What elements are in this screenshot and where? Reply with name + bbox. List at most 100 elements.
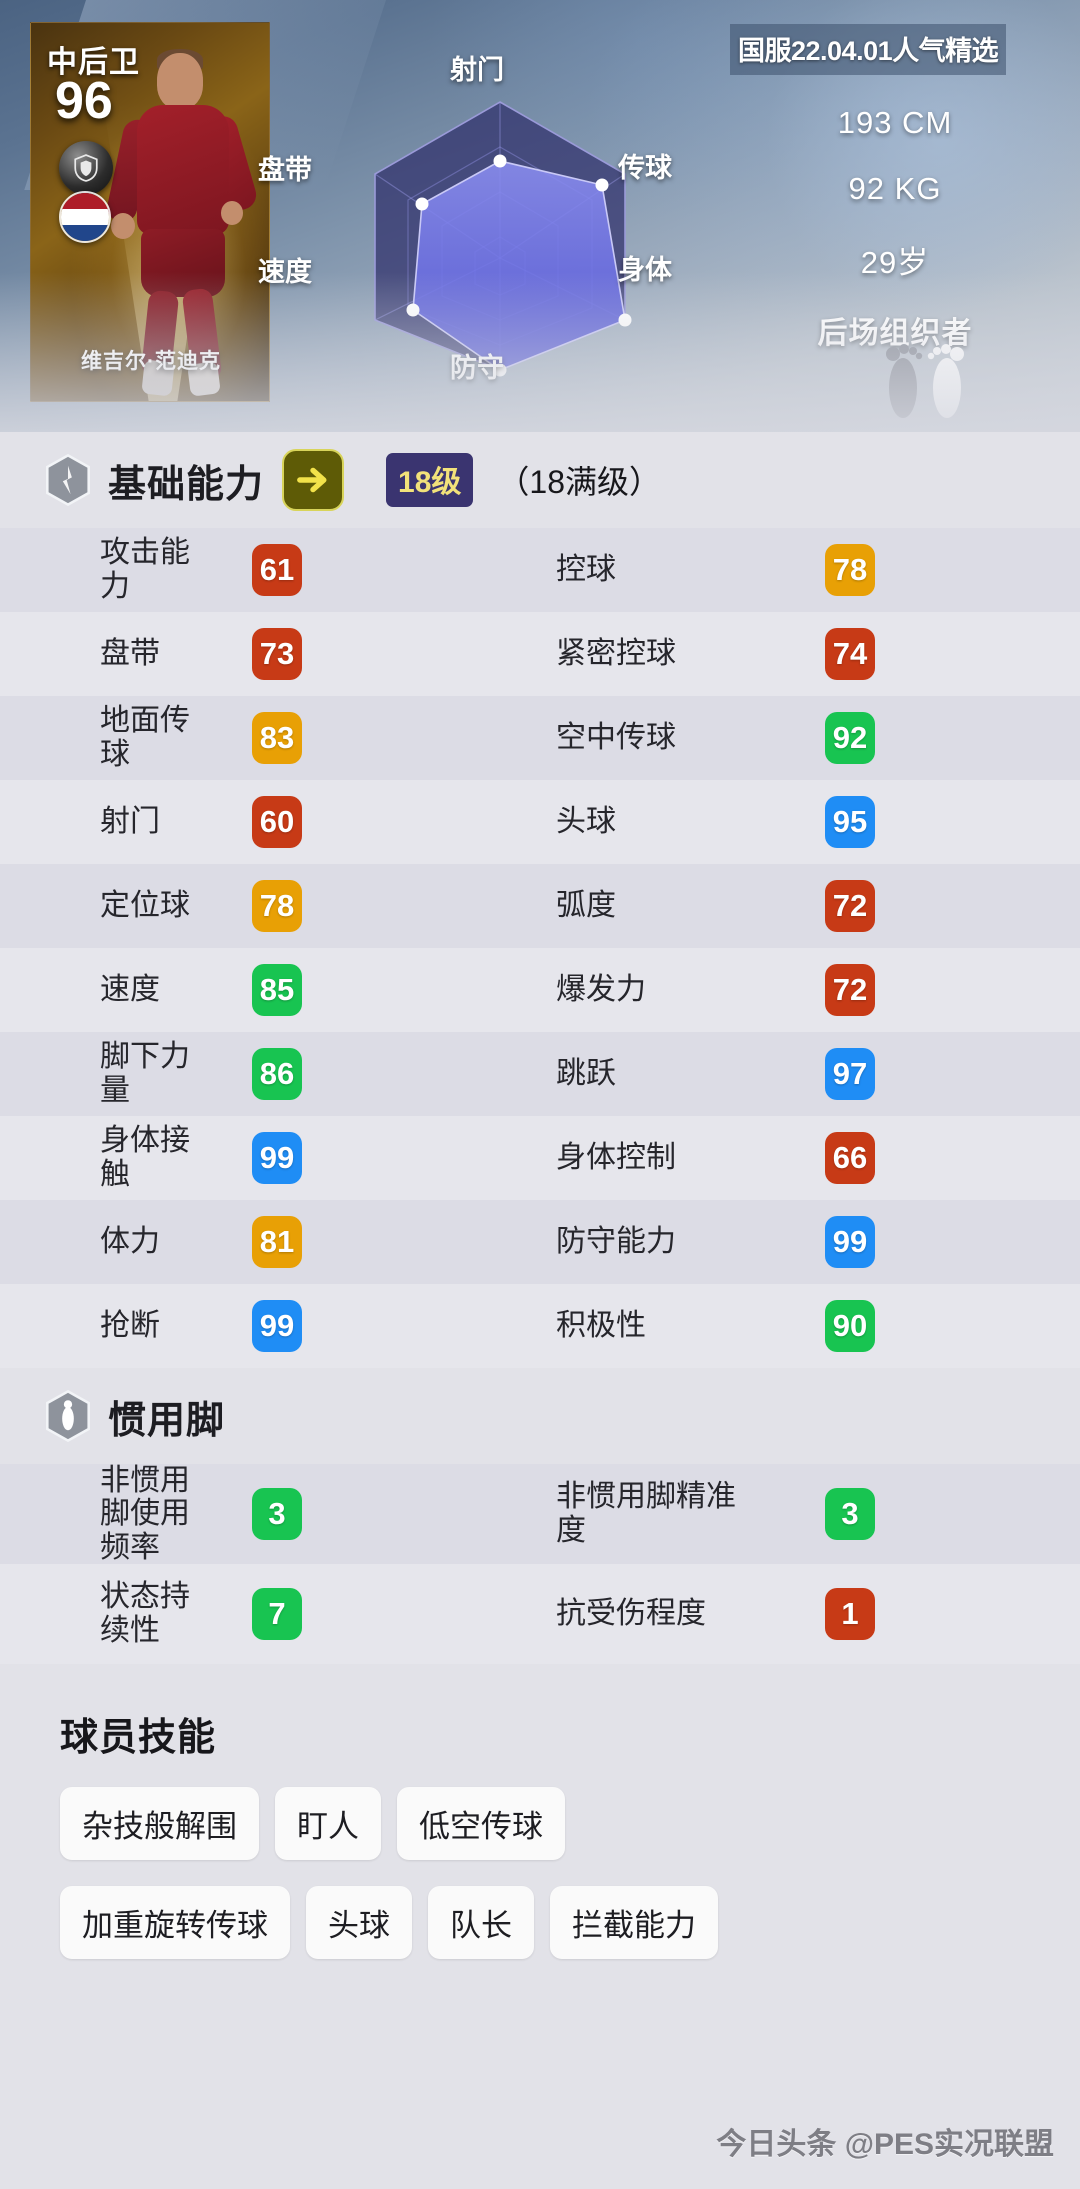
stat-cell: 抢断 99 — [0, 1300, 540, 1352]
stat-label: 身体接触 — [100, 1124, 190, 1191]
watermark: 今日头条 @PES实况联盟 — [716, 2128, 1054, 2161]
stat-value: 7 — [252, 1588, 302, 1640]
stat-label: 弧度 — [556, 889, 616, 923]
header-fade — [0, 272, 1080, 432]
stat-cell: 地面传球 83 — [0, 704, 540, 771]
stat-cell: 弧度 72 — [540, 880, 1080, 932]
stat-value: 99 — [252, 1132, 302, 1184]
stat-value: 81 — [252, 1216, 302, 1268]
stat-label: 跳跃 — [556, 1057, 616, 1091]
club-crest-icon — [59, 141, 113, 195]
stat-label: 积极性 — [556, 1309, 646, 1343]
skill-chip[interactable]: 杂技般解围 — [60, 1787, 259, 1860]
stat-label: 射门 — [100, 805, 160, 839]
stat-label: 状态持续性 — [100, 1580, 190, 1647]
card-rating: 96 — [55, 72, 113, 130]
table-row: 盘带 73 紧密控球 74 — [0, 612, 1080, 696]
stat-value: 97 — [825, 1048, 875, 1100]
stat-cell: 非惯用脚精准度 3 — [540, 1480, 1080, 1547]
favoured-foot-header: 惯用脚 — [0, 1368, 1080, 1464]
nation-flag-icon — [59, 191, 111, 243]
stat-value: 3 — [825, 1488, 875, 1540]
table-row: 身体接触 99 身体控制 66 — [0, 1116, 1080, 1200]
table-row: 定位球 78 弧度 72 — [0, 864, 1080, 948]
stat-cell: 身体接触 99 — [0, 1124, 540, 1191]
stat-value: 72 — [825, 964, 875, 1016]
stat-value: 99 — [825, 1216, 875, 1268]
stat-cell: 速度 85 — [0, 964, 540, 1016]
stat-value: 3 — [252, 1488, 302, 1540]
stat-label: 速度 — [100, 973, 160, 1007]
table-row: 体力 81 防守能力 99 — [0, 1200, 1080, 1284]
arrow-right-icon — [297, 467, 327, 493]
skills-title: 球员技能 — [60, 1717, 217, 1759]
skill-chip[interactable]: 队长 — [428, 1886, 534, 1959]
table-row: 攻击能力 61 控球 78 — [0, 528, 1080, 612]
stat-value: 92 — [825, 712, 875, 764]
stat-cell: 紧密控球 74 — [540, 628, 1080, 680]
stat-label: 抗受伤程度 — [556, 1597, 706, 1631]
stat-cell: 体力 81 — [0, 1216, 540, 1268]
stat-label: 盘带 — [100, 637, 160, 671]
basic-stats-table: 攻击能力 61 控球 78 盘带 73 紧密控球 74 地面传球 83 空中传球 92 射门 60 头球 95… — [0, 528, 1080, 1368]
stat-cell: 状态持续性 7 — [0, 1580, 540, 1647]
stat-value: 86 — [252, 1048, 302, 1100]
level-max-label: （18满级） — [497, 464, 661, 500]
stat-value: 83 — [252, 712, 302, 764]
foot-stats-table: 非惯用脚使用频率 3 非惯用脚精准度 3 状态持续性 7 抗受伤程度 1 — [0, 1464, 1080, 1664]
stat-label: 地面传球 — [100, 704, 190, 771]
stat-value: 66 — [825, 1132, 875, 1184]
table-row: 射门 60 头球 95 — [0, 780, 1080, 864]
foot-gem-icon — [46, 1390, 90, 1442]
skill-chip[interactable]: 加重旋转传球 — [60, 1886, 290, 1959]
stat-cell: 控球 78 — [540, 544, 1080, 596]
stat-label: 控球 — [556, 553, 616, 587]
stat-label: 身体控制 — [556, 1141, 676, 1175]
stat-value: 73 — [252, 628, 302, 680]
stat-value: 72 — [825, 880, 875, 932]
stat-cell: 跳跃 97 — [540, 1048, 1080, 1100]
stat-value: 95 — [825, 796, 875, 848]
skill-chip[interactable]: 头球 — [306, 1886, 412, 1959]
table-row: 速度 85 爆发力 72 — [0, 948, 1080, 1032]
stat-value: 78 — [252, 880, 302, 932]
expand-arrow-button[interactable] — [282, 449, 345, 511]
stat-cell: 抗受伤程度 1 — [540, 1588, 1080, 1640]
stat-cell: 空中传球 92 — [540, 712, 1080, 764]
stat-cell: 爆发力 72 — [540, 964, 1080, 1016]
stat-label: 非惯用脚使用频率 — [100, 1463, 190, 1564]
stat-label: 攻击能力 — [100, 536, 190, 603]
table-row: 抢断 99 积极性 90 — [0, 1284, 1080, 1368]
ability-gem-icon — [46, 454, 90, 506]
stat-value: 1 — [825, 1588, 875, 1640]
stat-cell: 防守能力 99 — [540, 1216, 1080, 1268]
basic-ability-header: 基础能力 18级 （18满级） — [0, 432, 1080, 528]
stat-cell: 射门 60 — [0, 796, 540, 848]
edition-banner: 国服22.04.01人气精选 — [730, 24, 1007, 75]
stat-cell: 头球 95 — [540, 796, 1080, 848]
stat-cell: 攻击能力 61 — [0, 536, 540, 603]
stat-label: 紧密控球 — [556, 637, 676, 671]
stat-value: 60 — [252, 796, 302, 848]
table-row: 非惯用脚使用频率 3 非惯用脚精准度 3 — [0, 1464, 1080, 1564]
skill-chip[interactable]: 低空传球 — [397, 1787, 565, 1860]
stat-cell: 积极性 90 — [540, 1300, 1080, 1352]
player-height: 193 CM — [837, 105, 953, 140]
stat-value: 90 — [825, 1300, 875, 1352]
stat-value: 61 — [252, 544, 302, 596]
table-row: 地面传球 83 空中传球 92 — [0, 696, 1080, 780]
player-header: 中后卫 96 维吉尔·范迪克 — [0, 0, 1080, 432]
table-row: 状态持续性 7 抗受伤程度 1 — [0, 1564, 1080, 1664]
radar-label-passing: 传球 — [618, 153, 672, 183]
stat-cell: 非惯用脚使用频率 3 — [0, 1464, 540, 1565]
skill-chip[interactable]: 盯人 — [275, 1787, 381, 1860]
stat-cell: 定位球 78 — [0, 880, 540, 932]
stat-label: 爆发力 — [556, 973, 646, 1007]
level-badge: 18级 — [386, 453, 474, 507]
stat-cell: 身体控制 66 — [540, 1132, 1080, 1184]
skill-chip[interactable]: 拦截能力 — [550, 1886, 718, 1959]
stat-value: 85 — [252, 964, 302, 1016]
table-row: 脚下力量 86 跳跃 97 — [0, 1032, 1080, 1116]
player-skills-section: 球员技能 杂技般解围 盯人 低空传球 加重旋转传球 头球 队长 拦截能力 — [0, 1664, 1080, 1959]
favoured-foot-title: 惯用脚 — [108, 1399, 226, 1442]
